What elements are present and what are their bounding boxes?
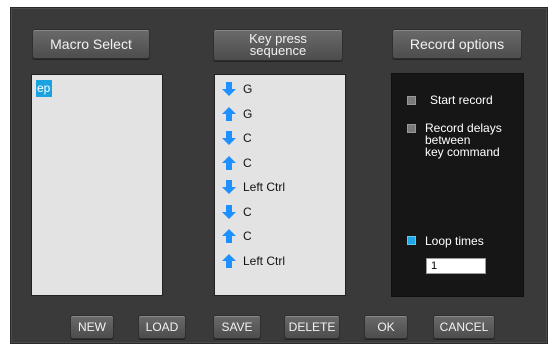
cancel-button[interactable]: CANCEL bbox=[433, 315, 495, 339]
key-sequence-item[interactable]: Left Ctrl bbox=[221, 175, 345, 200]
key-sequence-item[interactable]: G bbox=[221, 77, 345, 102]
key-sequence-item[interactable]: C bbox=[221, 200, 345, 225]
record-delays-checkbox[interactable] bbox=[407, 124, 416, 133]
arrow-down-icon bbox=[222, 131, 236, 146]
key-sequence-item[interactable]: C bbox=[221, 151, 345, 176]
key-label: C bbox=[243, 155, 252, 170]
macro-list[interactable]: ep bbox=[31, 74, 163, 296]
key-press-sequence-button[interactable]: Key press sequence bbox=[213, 29, 343, 61]
arrow-up-icon bbox=[222, 253, 236, 268]
arrow-down-icon bbox=[222, 82, 236, 97]
key-label: G bbox=[243, 82, 253, 97]
arrow-up-icon bbox=[222, 106, 236, 121]
key-sequence-item[interactable]: C bbox=[221, 224, 345, 249]
record-options-button[interactable]: Record options bbox=[392, 29, 522, 59]
loop-times-input[interactable]: 1 bbox=[426, 258, 486, 274]
key-label: C bbox=[243, 204, 252, 219]
start-record-checkbox[interactable] bbox=[407, 96, 416, 105]
arrow-down-icon bbox=[222, 180, 236, 195]
arrow-down-icon bbox=[222, 204, 236, 219]
delete-button[interactable]: DELETE bbox=[284, 315, 340, 339]
loop-times-checkbox[interactable] bbox=[407, 236, 416, 245]
record-delays-label: Record delays between key command bbox=[425, 122, 525, 159]
arrow-up-icon bbox=[222, 155, 236, 170]
macro-list-item[interactable]: ep bbox=[36, 80, 53, 97]
key-label: G bbox=[243, 106, 253, 121]
key-sequence-item[interactable]: C bbox=[221, 126, 345, 151]
key-sequence-list[interactable]: G G C C Left Ctrl C C Left Ctrl bbox=[214, 74, 346, 296]
key-label: Left Ctrl bbox=[243, 180, 286, 195]
key-sequence-item[interactable]: G bbox=[221, 102, 345, 127]
key-label: C bbox=[243, 229, 252, 244]
start-record-label: Start record bbox=[430, 93, 493, 107]
key-press-line2: sequence bbox=[249, 43, 307, 58]
key-label: C bbox=[243, 131, 252, 146]
record-delays-line3: key command bbox=[425, 145, 500, 159]
macro-select-button[interactable]: Macro Select bbox=[32, 29, 150, 59]
load-button[interactable]: LOAD bbox=[138, 315, 186, 339]
loop-times-label: Loop times bbox=[425, 234, 484, 248]
new-button[interactable]: NEW bbox=[70, 315, 114, 339]
key-label: Left Ctrl bbox=[243, 253, 286, 268]
arrow-up-icon bbox=[222, 229, 236, 244]
save-button[interactable]: SAVE bbox=[213, 315, 261, 339]
key-sequence-item[interactable]: Left Ctrl bbox=[221, 249, 345, 274]
ok-button[interactable]: OK bbox=[364, 315, 408, 339]
